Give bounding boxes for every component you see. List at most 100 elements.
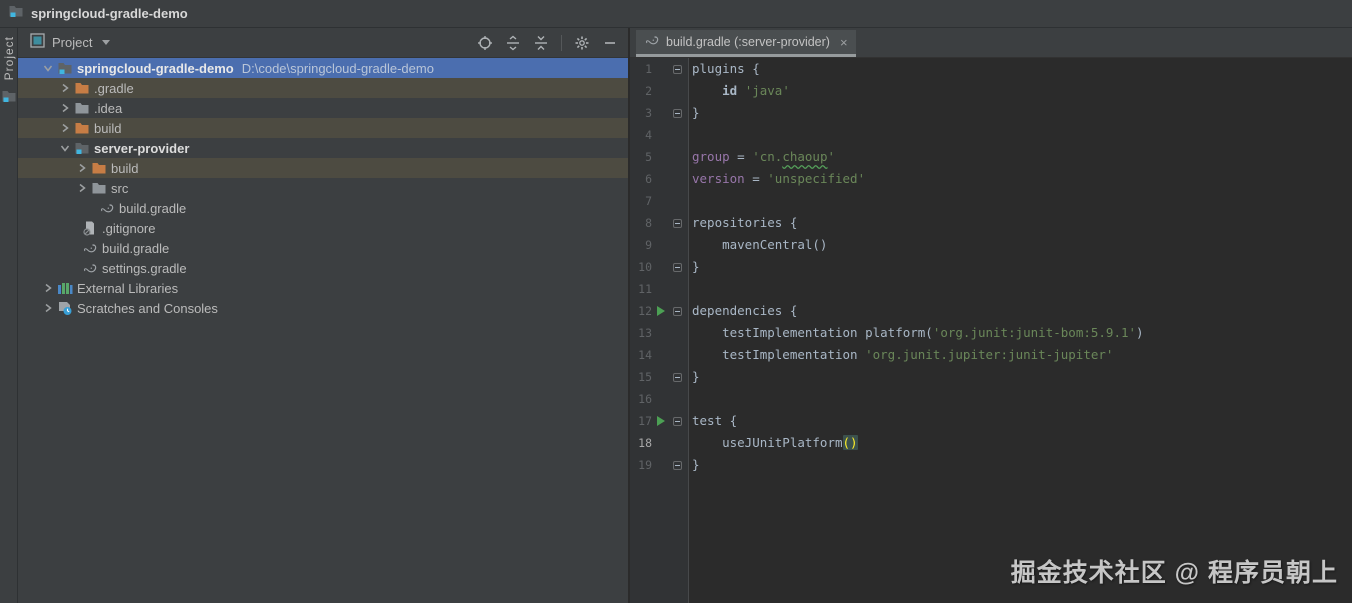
project-window-icon (8, 3, 24, 24)
code-line-9[interactable]: mavenCentral() (692, 234, 1352, 256)
line-number: 12 (638, 304, 652, 318)
line-number: 10 (638, 260, 652, 274)
fold-end-icon[interactable] (670, 372, 685, 382)
code-line-4[interactable] (692, 124, 1352, 146)
tree-item-label: External Libraries (77, 280, 179, 296)
chevron-right-icon[interactable] (57, 80, 73, 96)
fold-end-icon[interactable] (670, 262, 685, 272)
close-icon[interactable]: × (840, 35, 848, 50)
tree-item-springcloud-gradle-demo[interactable]: springcloud-gradle-demo D:\code\springclo… (18, 58, 628, 78)
chevron-down-icon[interactable] (40, 60, 56, 76)
code-line-5[interactable]: group = 'cn.chaoup' (692, 146, 1352, 168)
editor-tab-bar: build.gradle (:server-provider) × (630, 28, 1352, 58)
gutter-line: 14 (630, 344, 688, 366)
code-line-2[interactable]: id 'java' (692, 80, 1352, 102)
code-token: } (692, 259, 700, 274)
line-number: 7 (645, 194, 652, 208)
code-line-1[interactable]: plugins { (692, 58, 1352, 80)
tree-item-label: src (111, 180, 129, 196)
code-line-13[interactable]: testImplementation platform('org.junit:j… (692, 322, 1352, 344)
code-line-17[interactable]: test { (692, 410, 1352, 432)
code-line-14[interactable]: testImplementation 'org.junit.jupiter:ju… (692, 344, 1352, 366)
settings-icon[interactable] (574, 35, 590, 51)
code-line-11[interactable] (692, 278, 1352, 300)
chevron-right-icon[interactable] (74, 180, 90, 196)
line-number: 15 (638, 370, 652, 384)
code-line-12[interactable]: dependencies { (692, 300, 1352, 322)
code-token: ' (827, 149, 836, 164)
scratches-icon (56, 300, 73, 316)
line-number: 4 (645, 128, 652, 142)
code-line-18[interactable]: useJUnitPlatform() (692, 432, 1352, 454)
tree-item-label: build (94, 120, 122, 136)
tree-item-build-gradle[interactable]: build.gradle (18, 238, 628, 258)
code-token: } (692, 105, 700, 120)
collapse-all-icon[interactable] (533, 35, 549, 51)
gradle-icon (98, 200, 115, 216)
tree-item-settings-gradle[interactable]: settings.gradle (18, 258, 628, 278)
folder-gray-icon (90, 180, 107, 196)
chevron-right-icon[interactable] (40, 280, 56, 296)
tree-item-label: build.gradle (102, 240, 170, 256)
code-line-19[interactable]: } (692, 454, 1352, 476)
code-token: 'org.junit:junit-bom:5.9.1' (932, 325, 1137, 340)
tree-item--gitignore[interactable]: .gitignore (18, 218, 628, 238)
expand-all-icon[interactable] (505, 35, 521, 51)
chevron-right-icon[interactable] (74, 160, 90, 176)
folder-orange-icon (90, 160, 107, 176)
tree-item-build[interactable]: build (18, 118, 628, 138)
tree-item-label: server-provider (94, 140, 190, 156)
gitignore-icon (81, 220, 98, 236)
code-token: 'org.junit.jupiter:junit-jupiter' (865, 347, 1114, 362)
fold-end-icon[interactable] (670, 460, 685, 470)
gutter-line: 16 (630, 388, 688, 410)
line-number: 13 (638, 326, 652, 340)
code-line-6[interactable]: version = 'unspecified' (692, 168, 1352, 190)
chevron-down-icon[interactable] (57, 140, 73, 156)
locate-icon[interactable] (477, 35, 493, 51)
run-gutter-icon[interactable] (652, 306, 670, 316)
fold-start-icon[interactable] (670, 218, 685, 228)
tool-window-button-project[interactable]: Project (2, 36, 16, 80)
project-folder-icon[interactable] (1, 88, 17, 109)
tab-title: build.gradle (:server-provider) (666, 35, 830, 49)
run-gutter-icon[interactable] (652, 416, 670, 426)
tree-item-build-gradle[interactable]: build.gradle (18, 198, 628, 218)
code-line-8[interactable]: repositories { (692, 212, 1352, 234)
code-line-15[interactable]: } (692, 366, 1352, 388)
code-line-10[interactable]: } (692, 256, 1352, 278)
folder-orange-icon (73, 80, 90, 96)
project-view-title[interactable]: Project (52, 35, 92, 50)
tree-item-label: Scratches and Consoles (77, 300, 218, 316)
code-line-3[interactable]: } (692, 102, 1352, 124)
code-pane[interactable]: plugins { id 'java'} group = 'cn.chaoup' v… (689, 58, 1352, 603)
editor-body: 1 2 3 4 5 6 7 8 9 10 11 12 13 14 15 16 17 18 19 plugins { … (630, 58, 1352, 603)
line-number: 1 (645, 62, 652, 76)
fold-start-icon[interactable] (670, 64, 685, 74)
tree-item--idea[interactable]: .idea (18, 98, 628, 118)
tree-item--gradle[interactable]: .gradle (18, 78, 628, 98)
line-number: 3 (645, 106, 652, 120)
project-tree: springcloud-gradle-demo D:\code\springclo… (18, 58, 628, 318)
chevron-right-icon[interactable] (57, 120, 73, 136)
fold-end-icon[interactable] (670, 108, 685, 118)
code-line-7[interactable] (692, 190, 1352, 212)
tree-item-build[interactable]: build (18, 158, 628, 178)
chevron-down-icon[interactable] (102, 40, 111, 45)
fold-start-icon[interactable] (670, 416, 685, 426)
chevron-right-icon[interactable] (40, 300, 56, 316)
tab-build-gradle[interactable]: build.gradle (:server-provider) × (636, 30, 856, 57)
hide-icon[interactable] (602, 35, 618, 51)
tree-item-external-libraries[interactable]: External Libraries (18, 278, 628, 298)
watermark-text: 掘金技术社区 @ 程序员朝上 (1010, 559, 1338, 587)
code-token: testImplementation (692, 347, 866, 362)
toolbar-separator (561, 34, 562, 51)
code-token: repositories { (692, 215, 798, 230)
tree-item-server-provider[interactable]: server-provider (18, 138, 628, 158)
code-line-16[interactable] (692, 388, 1352, 410)
gutter-line: 13 (630, 322, 688, 344)
tree-item-src[interactable]: src (18, 178, 628, 198)
chevron-right-icon[interactable] (57, 100, 73, 116)
tree-item-scratches-and-consoles[interactable]: Scratches and Consoles (18, 298, 628, 318)
fold-start-icon[interactable] (670, 306, 685, 316)
